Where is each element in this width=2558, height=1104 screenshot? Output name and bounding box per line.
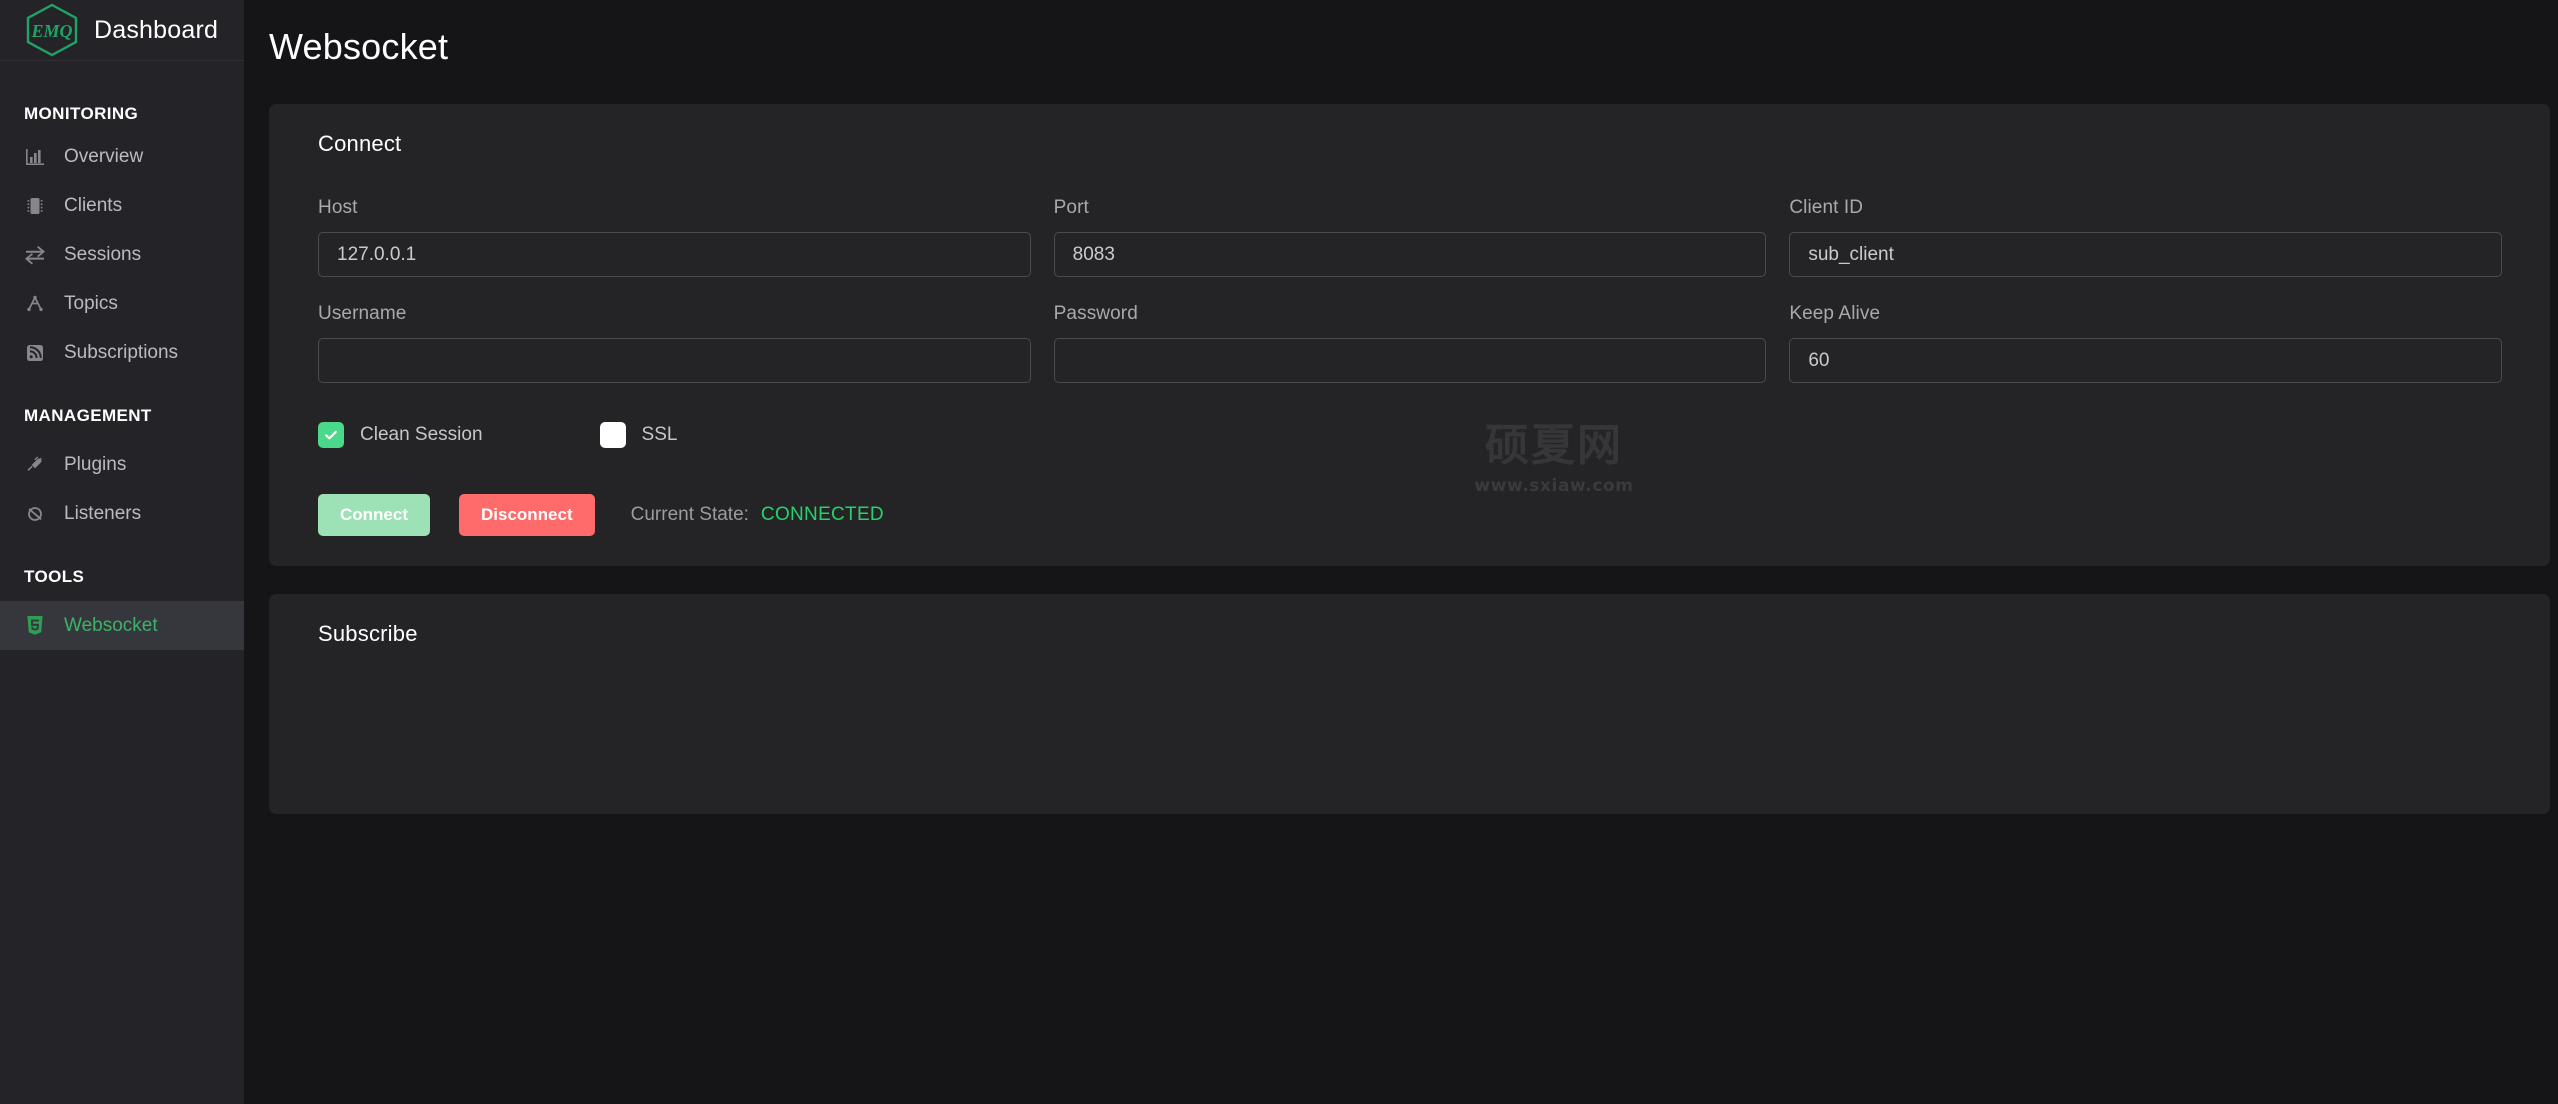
client-id-input[interactable] [1789, 232, 2502, 277]
ssl-label: SSL [641, 424, 678, 445]
sidebar-item-websocket[interactable]: Websocket [0, 601, 244, 650]
brand-header[interactable]: EMQ Dashboard [0, 0, 244, 61]
field-label-keep-alive: Keep Alive [1789, 303, 1881, 324]
sidebar-section-tools: TOOLS [24, 566, 85, 586]
connect-panel-heading: Connect [318, 131, 402, 156]
html5-badge-icon [24, 615, 46, 637]
host-input[interactable] [318, 232, 1031, 277]
topic-tree-icon [24, 293, 46, 315]
main-content: Websocket Connect Host Port Client ID [244, 0, 2558, 1104]
sidebar-section-monitoring: MONITORING [24, 104, 139, 123]
field-port: Port [1053, 197, 1767, 277]
sidebar-item-label: Sessions [64, 243, 142, 265]
field-client-id: Client ID [1789, 197, 2502, 277]
sidebar-item-listeners[interactable]: Listeners [0, 489, 244, 538]
field-username: Username [318, 303, 1031, 383]
sidebar-item-label: Listeners [64, 502, 142, 524]
chip-icon [24, 195, 46, 217]
sidebar-item-label: Plugins [64, 453, 127, 475]
subscribe-panel-heading: Subscribe [318, 621, 418, 646]
emq-logo-icon: EMQ [24, 3, 80, 57]
field-label-host: Host [318, 197, 358, 218]
sidebar: EMQ Dashboard MONITORING Overview Client… [0, 0, 244, 1104]
sidebar-item-label: Subscriptions [64, 341, 179, 363]
connect-options-row: Clean Session SSL [318, 422, 677, 448]
sidebar-item-sessions[interactable]: Sessions [0, 230, 244, 279]
brand-title: Dashboard [94, 15, 219, 44]
plug-icon [24, 454, 46, 476]
keep-alive-input[interactable] [1789, 338, 2502, 383]
checkbox-checked-icon [318, 422, 344, 448]
field-keep-alive: Keep Alive [1789, 303, 2502, 383]
rss-icon [24, 342, 46, 364]
username-input[interactable] [318, 338, 1031, 383]
sidebar-section-management: MANAGEMENT [24, 405, 152, 425]
bar-chart-icon [24, 146, 46, 168]
password-input[interactable] [1053, 338, 1767, 383]
sidebar-item-label: Overview [64, 145, 144, 167]
sidebar-item-overview[interactable]: Overview [0, 132, 244, 181]
exchange-arrows-icon [24, 244, 46, 266]
clean-session-label: Clean Session [360, 424, 483, 445]
field-password: Password [1053, 303, 1767, 383]
ssl-checkbox[interactable]: SSL [599, 422, 678, 448]
sidebar-item-topics[interactable]: Topics [0, 279, 244, 328]
connect-button[interactable]: Connect [318, 494, 430, 536]
listener-loop-icon [24, 503, 46, 525]
sidebar-item-plugins[interactable]: Plugins [0, 440, 244, 489]
clean-session-checkbox[interactable]: Clean Session [318, 422, 483, 448]
current-state-value: CONNECTED [760, 504, 884, 525]
connect-form-grid: Host Port Client ID Username Password [318, 197, 2502, 383]
current-state: Current State: CONNECTED [631, 504, 884, 526]
sidebar-item-label: Websocket [64, 614, 158, 636]
field-host: Host [318, 197, 1031, 277]
page-title: Websocket [269, 26, 449, 67]
sidebar-item-label: Clients [64, 194, 123, 216]
subscribe-panel: Subscribe [269, 594, 2550, 814]
sidebar-item-clients[interactable]: Clients [0, 181, 244, 230]
field-label-username: Username [318, 303, 407, 324]
connect-panel: Connect Host Port Client ID Username [269, 104, 2550, 566]
current-state-label: Current State: [630, 504, 749, 525]
disconnect-button[interactable]: Disconnect [459, 494, 595, 536]
checkbox-unchecked-icon [599, 422, 626, 448]
sidebar-item-subscriptions[interactable]: Subscriptions [0, 328, 244, 377]
port-input[interactable] [1053, 232, 1767, 277]
connect-actions-row: Connect Disconnect Current State: CONNEC… [318, 494, 884, 536]
svg-text:EMQ: EMQ [30, 21, 72, 41]
field-label-port: Port [1053, 197, 1089, 218]
sidebar-item-label: Topics [64, 292, 118, 314]
app-root: EMQ Dashboard MONITORING Overview Client… [0, 0, 2558, 1104]
field-label-client-id: Client ID [1789, 197, 1864, 218]
field-label-password: Password [1053, 303, 1138, 324]
